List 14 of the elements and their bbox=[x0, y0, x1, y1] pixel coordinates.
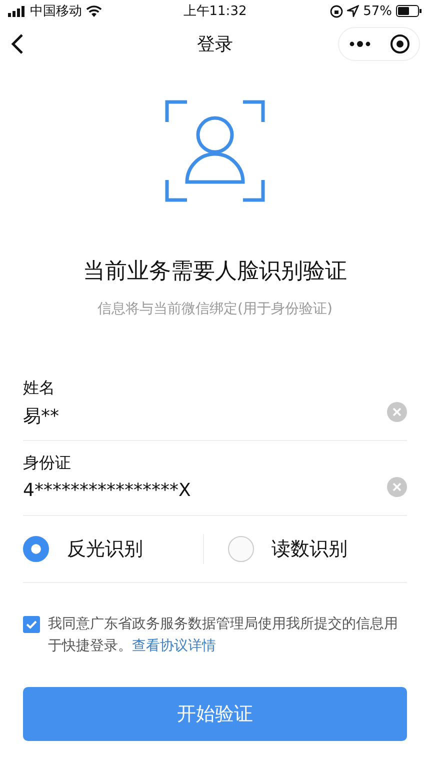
page-title: 登录 bbox=[197, 34, 233, 55]
input-field[interactable]: 易** bbox=[23, 405, 323, 426]
option-label[interactable]: 反光识别 bbox=[67, 536, 143, 562]
heading: 当前业务需要人脸识别验证 bbox=[83, 258, 347, 286]
battery-percent: 57% bbox=[363, 4, 392, 18]
clock-time: 上午11:32 bbox=[183, 3, 247, 20]
field-label: 身份证 bbox=[23, 453, 72, 474]
option-label[interactable]: 读数识别 bbox=[272, 536, 348, 562]
agreement-text: 我同意广东省政务服务数据管理局使用我所提交的信息用于快捷登录。查看协议详情 bbox=[48, 615, 399, 656]
input-field[interactable]: 4****************X bbox=[23, 480, 323, 501]
field-label: 姓名 bbox=[23, 378, 56, 399]
agreement-link[interactable]: 查看协议详情 bbox=[132, 638, 216, 654]
subheading: 信息将与当前微信绑定(用于身份验证) bbox=[98, 300, 332, 318]
carrier-name: 中国移动 bbox=[30, 3, 82, 20]
